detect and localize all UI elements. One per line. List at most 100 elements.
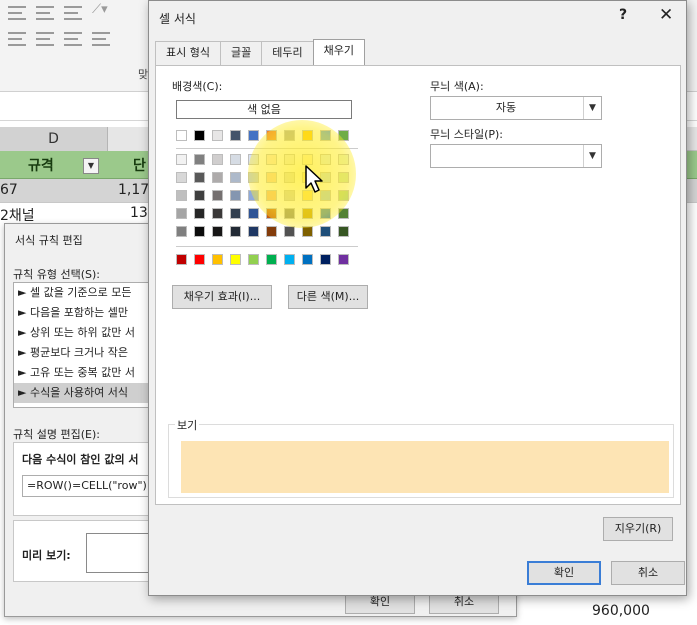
color-swatch[interactable] (266, 130, 277, 141)
color-swatch[interactable] (266, 226, 277, 237)
no-color-button[interactable]: 색 없음 (176, 100, 352, 119)
color-swatch[interactable] (248, 208, 259, 219)
list-item[interactable]: ► 수식을 사용하여 서식 (14, 383, 156, 403)
color-swatch[interactable] (266, 208, 277, 219)
color-swatch[interactable] (176, 190, 187, 201)
chevron-down-icon[interactable]: ▼ (583, 145, 601, 167)
standard-color-swatch[interactable] (284, 254, 295, 265)
color-swatch[interactable] (248, 190, 259, 201)
color-swatch[interactable] (302, 130, 313, 141)
list-item[interactable]: ► 상위 또는 하위 값만 서 (14, 323, 156, 343)
color-swatch[interactable] (284, 154, 295, 165)
color-swatch[interactable] (320, 208, 331, 219)
filter-dropdown-icon[interactable]: ▼ (83, 158, 99, 174)
standard-color-swatch[interactable] (248, 254, 259, 265)
standard-color-swatch[interactable] (266, 254, 277, 265)
indent-decrease-icon[interactable] (8, 32, 26, 46)
fill-effects-button[interactable]: 채우기 효과(I)... (172, 285, 272, 309)
align-right-icon[interactable] (64, 6, 82, 20)
standard-color-swatch[interactable] (194, 254, 205, 265)
color-swatch[interactable] (212, 130, 223, 141)
column-header-d[interactable]: D (0, 127, 108, 151)
color-swatch[interactable] (338, 154, 349, 165)
color-swatch[interactable] (176, 130, 187, 141)
color-swatch[interactable] (338, 130, 349, 141)
color-swatch[interactable] (194, 172, 205, 183)
color-swatch[interactable] (284, 208, 295, 219)
color-swatch[interactable] (194, 226, 205, 237)
pattern-color-select[interactable]: 자동 ▼ (430, 96, 602, 120)
close-icon[interactable]: ✕ (659, 5, 673, 25)
tab-fill[interactable]: 채우기 (312, 39, 365, 66)
color-swatch[interactable] (284, 226, 295, 237)
color-swatch[interactable] (176, 226, 187, 237)
color-swatch[interactable] (248, 226, 259, 237)
standard-color-swatch[interactable] (212, 254, 223, 265)
align-left-icon[interactable] (8, 6, 26, 20)
color-swatch[interactable] (176, 172, 187, 183)
align-center-icon[interactable] (36, 6, 54, 20)
rule-type-list[interactable]: ► 셀 값을 기준으로 모든 ► 다음을 포함하는 셀만 ► 상위 또는 하위 … (13, 282, 157, 408)
color-swatch[interactable] (212, 172, 223, 183)
standard-color-swatch[interactable] (230, 254, 241, 265)
table-cell[interactable]: 1,17 (118, 182, 149, 198)
color-swatch[interactable] (248, 154, 259, 165)
color-swatch[interactable] (212, 154, 223, 165)
orientation-icon[interactable]: ⟋▾ (92, 2, 108, 17)
color-swatch[interactable] (230, 154, 241, 165)
color-swatch[interactable] (194, 190, 205, 201)
color-swatch[interactable] (338, 208, 349, 219)
tab-border[interactable]: 테두리 (261, 41, 314, 65)
standard-color-swatch[interactable] (176, 254, 187, 265)
color-swatch[interactable] (248, 130, 259, 141)
color-swatch[interactable] (338, 226, 349, 237)
color-swatch[interactable] (176, 208, 187, 219)
color-swatch[interactable] (194, 154, 205, 165)
wrap-text-icon[interactable] (92, 32, 110, 46)
color-swatch[interactable] (266, 190, 277, 201)
color-swatch[interactable] (176, 154, 187, 165)
color-swatch[interactable] (338, 172, 349, 183)
table-cell[interactable]: 2채널 (0, 205, 35, 225)
formula-input[interactable]: =ROW()=CELL("row") (22, 475, 154, 497)
list-item[interactable]: ► 셀 값을 기준으로 모든 (14, 283, 156, 303)
color-swatch[interactable] (338, 190, 349, 201)
color-swatch[interactable] (302, 208, 313, 219)
color-swatch[interactable] (266, 172, 277, 183)
color-swatch[interactable] (284, 172, 295, 183)
indent-increase-icon[interactable] (36, 32, 54, 46)
help-icon[interactable]: ? (619, 7, 627, 23)
chevron-down-icon[interactable]: ▼ (583, 97, 601, 119)
color-swatch[interactable] (230, 130, 241, 141)
ok-button[interactable]: 확인 (527, 561, 601, 585)
color-swatch[interactable] (194, 208, 205, 219)
more-colors-button[interactable]: 다른 색(M)... (288, 285, 368, 309)
clear-button[interactable]: 지우기(R) (603, 517, 673, 541)
list-item[interactable]: ► 고유 또는 중복 값만 서 (14, 363, 156, 383)
list-item[interactable]: ► 다음을 포함하는 셀만 (14, 303, 156, 323)
color-swatch[interactable] (320, 226, 331, 237)
tab-number-format[interactable]: 표시 형식 (155, 41, 221, 65)
tab-font[interactable]: 글꼴 (219, 41, 263, 65)
color-swatch[interactable] (266, 154, 277, 165)
color-swatch[interactable] (230, 172, 241, 183)
pattern-style-select[interactable]: ▼ (430, 144, 602, 168)
color-swatch[interactable] (320, 130, 331, 141)
color-swatch[interactable] (194, 130, 205, 141)
color-swatch[interactable] (302, 226, 313, 237)
color-swatch[interactable] (230, 190, 241, 201)
color-swatch[interactable] (284, 190, 295, 201)
color-swatch[interactable] (284, 130, 295, 141)
table-cell[interactable]: 960,000 (592, 603, 650, 619)
color-swatch[interactable] (248, 172, 259, 183)
color-swatch[interactable] (212, 190, 223, 201)
standard-color-swatch[interactable] (302, 254, 313, 265)
color-swatch[interactable] (230, 208, 241, 219)
cancel-button[interactable]: 취소 (611, 561, 685, 585)
merge-cells-icon[interactable] (64, 32, 82, 46)
list-item[interactable]: ► 평균보다 크거나 작은 (14, 343, 156, 363)
color-swatch[interactable] (212, 208, 223, 219)
color-swatch[interactable] (230, 226, 241, 237)
standard-color-swatch[interactable] (338, 254, 349, 265)
table-cell[interactable]: 67 (0, 182, 18, 198)
